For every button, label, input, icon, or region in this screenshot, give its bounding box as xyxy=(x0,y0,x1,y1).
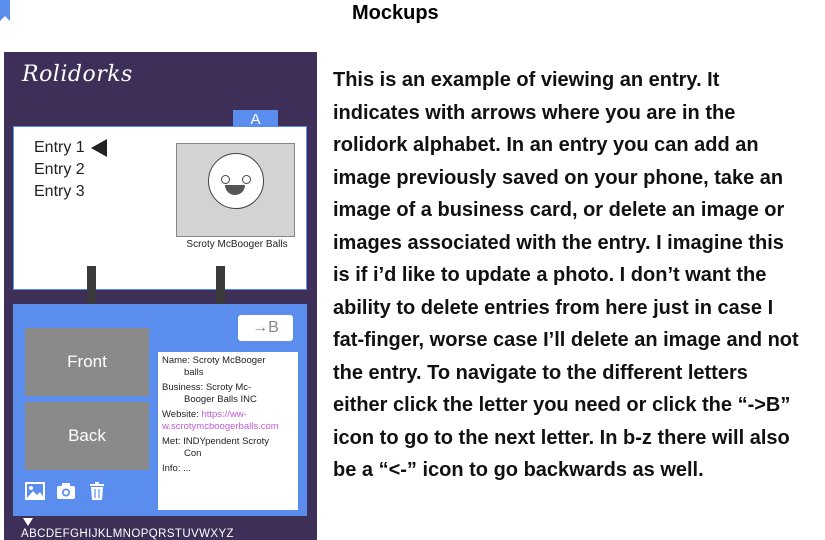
camera-icon[interactable] xyxy=(55,480,77,502)
detail-met-line: Con xyxy=(184,447,202,459)
detail-business-line: Business: Scroty Mc- xyxy=(162,382,252,393)
alphabet-nav[interactable]: ABCDEFGHIJKLMNOPQRSTUVWXYZ xyxy=(21,528,234,540)
detail-business-line: Booger Balls INC xyxy=(184,393,257,405)
detail-info: Info: ... xyxy=(162,463,192,474)
entry-item-1[interactable]: Entry 1 xyxy=(34,137,107,159)
entry-item-3[interactable]: Entry 3 xyxy=(34,181,107,203)
selected-arrow-icon xyxy=(90,139,107,157)
card-panel: →B Front Back Name: Scroty McBooger ball… xyxy=(13,304,307,516)
entry-label: Entry 2 xyxy=(34,161,85,178)
page-title: Mockups xyxy=(352,2,439,24)
detail-met: Met: INDYpendent Scroty Con xyxy=(162,436,294,459)
entry-label: Entry 3 xyxy=(34,183,85,200)
mouth xyxy=(225,185,245,195)
phone-mockup: Rolidorks A Entry 1 Entry 2 Entry 3 Scro… xyxy=(4,52,317,540)
smiley-face-icon xyxy=(208,153,264,209)
entry-list: Entry 1 Entry 2 Entry 3 xyxy=(34,137,107,203)
detail-name-line: balls xyxy=(184,366,204,378)
website-link-cont[interactable]: w.scrotymcboogerballs.com xyxy=(162,421,294,433)
mockup-description: This is an example of viewing an entry. … xyxy=(333,69,799,481)
back-card-button[interactable]: Back xyxy=(25,402,149,470)
alphabet-position-marker-icon xyxy=(23,518,33,526)
eye-right xyxy=(242,175,251,184)
entry-panel: Entry 1 Entry 2 Entry 3 Scroty McBooger … xyxy=(13,126,307,290)
front-card-button[interactable]: Front xyxy=(25,328,149,396)
entry-photo[interactable] xyxy=(176,143,295,237)
photo-caption: Scroty McBooger Balls xyxy=(186,239,288,250)
next-letter-button[interactable]: →B xyxy=(238,315,293,341)
entry-action-icons xyxy=(24,480,108,502)
app-title: Rolidorks xyxy=(22,62,133,87)
contact-details: Name: Scroty McBooger balls Business: Sc… xyxy=(158,352,298,510)
trash-icon[interactable] xyxy=(86,480,108,502)
detail-website: Website: https://ww- w.scrotymcboogerbal… xyxy=(162,409,294,432)
eye-left xyxy=(221,175,230,184)
image-icon[interactable] xyxy=(24,480,46,502)
bookmark-icon xyxy=(0,0,10,21)
website-label: Website: xyxy=(162,409,199,420)
detail-name: Name: Scroty McBooger balls xyxy=(162,355,294,378)
entry-item-2[interactable]: Entry 2 xyxy=(34,159,107,181)
detail-met-line: Met: INDYpendent Scroty xyxy=(162,436,270,447)
entry-label: Entry 1 xyxy=(34,139,85,156)
website-link[interactable]: https://ww- xyxy=(201,409,246,420)
detail-name-line: Name: Scroty McBooger xyxy=(162,355,266,366)
detail-business: Business: Scroty Mc- Booger Balls INC xyxy=(162,382,294,405)
